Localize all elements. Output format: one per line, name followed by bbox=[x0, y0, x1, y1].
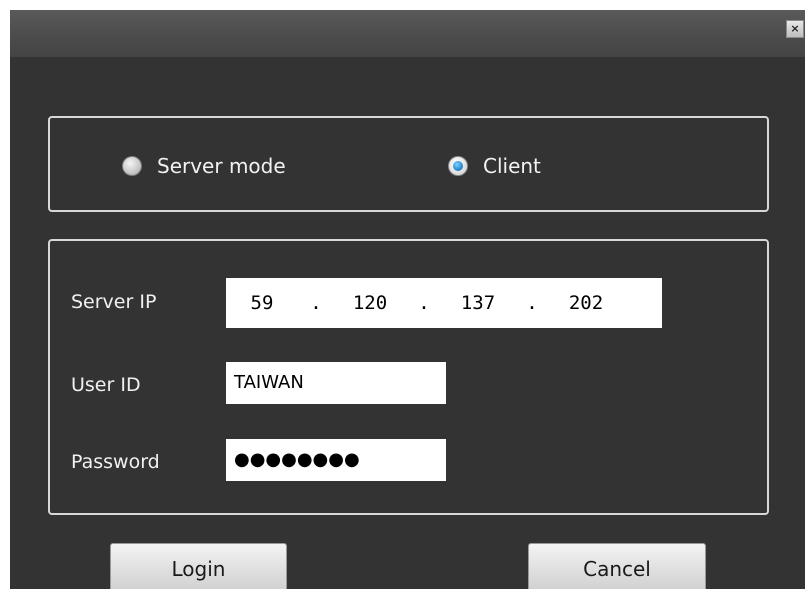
ip-octet-4: 202 bbox=[568, 292, 604, 314]
ip-octet-3: 137 bbox=[460, 292, 496, 314]
ip-separator: . bbox=[310, 292, 322, 314]
cancel-button[interactable]: Cancel bbox=[528, 543, 706, 589]
mode-group: Server mode Client bbox=[48, 116, 769, 212]
ip-separator: . bbox=[418, 292, 430, 314]
server-ip-label: Server IP bbox=[71, 291, 157, 313]
password-label: Password bbox=[71, 451, 160, 473]
user-id-field[interactable]: TAIWAN bbox=[226, 362, 446, 404]
close-button[interactable]: × bbox=[786, 20, 804, 38]
login-button[interactable]: Login bbox=[110, 543, 287, 589]
ip-octet-2: 120 bbox=[352, 292, 388, 314]
login-dialog: × Server mode Client Server IP 59 . 120 … bbox=[10, 10, 805, 589]
title-bar[interactable]: × bbox=[10, 10, 805, 57]
user-id-label: User ID bbox=[71, 374, 141, 396]
radio-client[interactable]: Client bbox=[448, 154, 541, 178]
radio-server-mode-label: Server mode bbox=[157, 154, 286, 178]
ip-separator: . bbox=[526, 292, 538, 314]
radio-unselected-icon bbox=[122, 156, 142, 176]
server-ip-field[interactable]: 59 . 120 . 137 . 202 bbox=[226, 278, 662, 328]
radio-client-label: Client bbox=[483, 154, 541, 178]
radio-selected-icon bbox=[448, 156, 468, 176]
radio-server-mode[interactable]: Server mode bbox=[122, 154, 286, 178]
password-field[interactable]: ●●●●●●●● bbox=[226, 439, 446, 481]
ip-octet-1: 59 bbox=[250, 292, 274, 314]
